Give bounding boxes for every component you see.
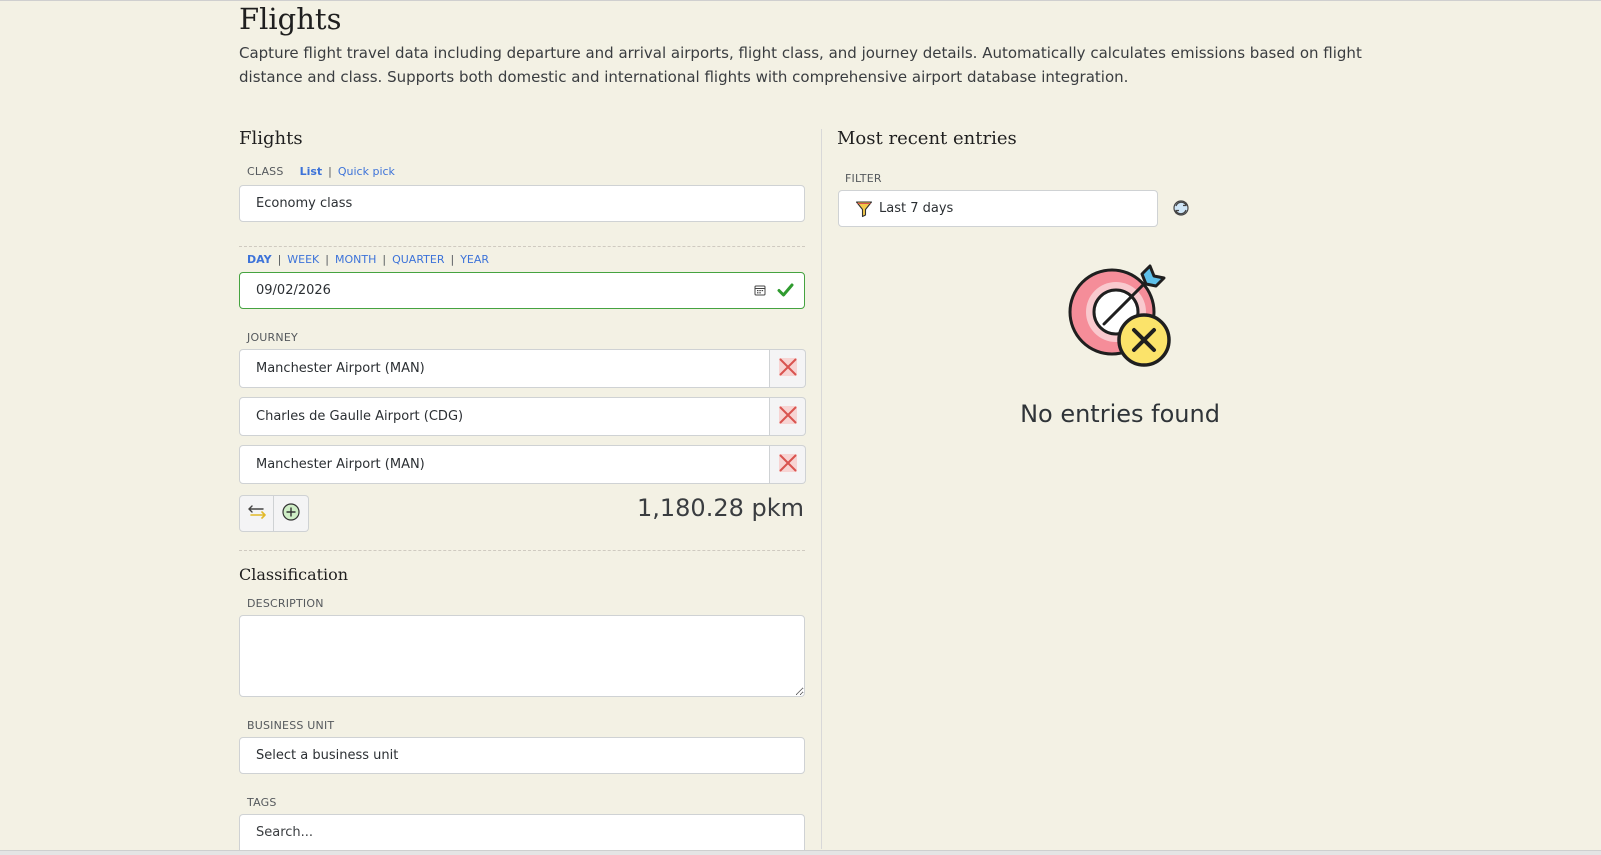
journey-stop-1[interactable]: Manchester Airport (MAN) [239, 349, 770, 388]
classification-title: Classification [239, 565, 349, 584]
distance-total: 1,180.28 pkm [636, 494, 804, 522]
class-mode-list[interactable]: List [300, 165, 323, 178]
calendar-icon[interactable] [754, 284, 766, 300]
column-divider [821, 129, 822, 849]
tags-label: TAGS [247, 796, 277, 809]
swap-route-button[interactable] [239, 495, 274, 532]
tags-placeholder: Search... [256, 825, 314, 840]
period-year[interactable]: YEAR [460, 253, 489, 266]
description-textarea[interactable] [239, 615, 805, 697]
filter-value: Last 7 days [879, 201, 954, 216]
add-stop-button[interactable] [274, 495, 309, 532]
description-label: DESCRIPTION [247, 597, 324, 610]
bottom-border [0, 850, 1601, 855]
tags-search-input[interactable]: Search... [239, 814, 805, 850]
business-unit-select[interactable]: Select a business unit [239, 737, 805, 774]
target-missed-icon [1068, 264, 1174, 374]
form-title: Flights [239, 128, 303, 149]
close-icon [778, 357, 798, 381]
filter-select[interactable]: Last 7 days [838, 190, 1158, 227]
close-icon [778, 405, 798, 429]
class-mode-quick-pick[interactable]: Quick pick [338, 165, 395, 178]
date-input-value: 09/02/2026 [256, 283, 331, 298]
top-border [0, 0, 1601, 1]
divider [239, 246, 805, 247]
period-day[interactable]: DAY [247, 253, 272, 266]
refresh-icon[interactable] [1171, 198, 1191, 222]
page-description: Capture flight travel data including dep… [239, 44, 1362, 86]
filter-label: FILTER [845, 172, 882, 185]
business-unit-value: Select a business unit [256, 748, 399, 763]
journey-stop-3[interactable]: Manchester Airport (MAN) [239, 445, 770, 484]
check-icon [777, 282, 794, 302]
period-mode-row: DAY | WEEK | MONTH | QUARTER | YEAR [247, 253, 490, 266]
business-unit-label: BUSINESS UNIT [247, 719, 335, 732]
remove-stop-3-button[interactable] [770, 445, 806, 484]
swap-icon [247, 504, 267, 523]
empty-state-text: No entries found [1020, 400, 1220, 428]
page-title: Flights [239, 2, 342, 36]
date-input[interactable]: 09/02/2026 [239, 272, 805, 309]
divider [239, 550, 805, 551]
class-select[interactable]: Economy class [239, 185, 805, 222]
journey-label: JOURNEY [247, 331, 298, 344]
period-month[interactable]: MONTH [335, 253, 376, 266]
funnel-icon [855, 200, 873, 218]
remove-stop-2-button[interactable] [770, 397, 806, 436]
recent-title: Most recent entries [837, 128, 1017, 149]
period-week[interactable]: WEEK [287, 253, 319, 266]
close-icon [778, 453, 798, 477]
period-quarter[interactable]: QUARTER [392, 253, 444, 266]
class-mode-row: CLASS List | Quick pick [247, 165, 395, 178]
journey-stop-1-value: Manchester Airport (MAN) [256, 361, 425, 376]
class-label: CLASS [247, 165, 284, 178]
plus-circle-icon [281, 502, 301, 526]
journey-stop-2[interactable]: Charles de Gaulle Airport (CDG) [239, 397, 770, 436]
journey-stop-2-value: Charles de Gaulle Airport (CDG) [256, 409, 464, 424]
class-select-value: Economy class [256, 196, 353, 211]
remove-stop-1-button[interactable] [770, 349, 806, 388]
journey-stop-3-value: Manchester Airport (MAN) [256, 457, 425, 472]
